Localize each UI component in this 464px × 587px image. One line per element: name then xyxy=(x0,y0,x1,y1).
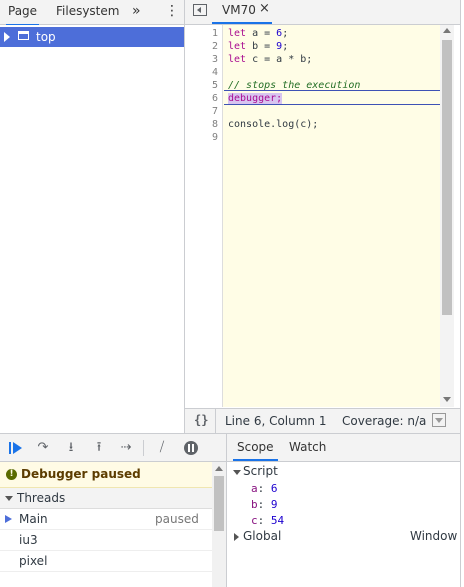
scope-var-b[interactable]: b: 9 xyxy=(251,498,278,511)
var-sep: : xyxy=(257,498,271,511)
thread-item[interactable]: iu3 xyxy=(0,530,212,551)
editor-scrollbar-thumb[interactable] xyxy=(442,40,452,315)
coverage-status: Coverage: n/a xyxy=(342,414,427,428)
thread-item-main[interactable]: Main paused xyxy=(0,509,212,530)
info-icon: ! xyxy=(6,469,17,480)
collapse-arrow-icon[interactable] xyxy=(5,496,13,501)
tab-scope[interactable]: Scope xyxy=(233,434,278,461)
paused-status-bar: ! Debugger paused xyxy=(0,462,212,488)
global-value: Window xyxy=(410,529,458,543)
debugger-statement: debugger; xyxy=(228,93,283,104)
var-name: b xyxy=(251,498,258,511)
var-name: c xyxy=(251,514,258,527)
code-text: ; xyxy=(282,28,289,39)
line-number[interactable]: 2 xyxy=(212,41,218,52)
deactivate-breakpoints-button[interactable]: ⧸ xyxy=(152,439,172,457)
code-line-6: debugger; xyxy=(228,93,283,104)
expand-arrow-icon[interactable] xyxy=(4,32,10,42)
code-line-3: let c = a * b; xyxy=(228,54,312,65)
code-text: b = xyxy=(246,41,277,52)
paused-message: Debugger paused xyxy=(21,467,141,481)
resume-button[interactable] xyxy=(5,439,25,457)
cursor-position: Line 6, Column 1 xyxy=(225,414,327,428)
frame-icon xyxy=(18,31,29,40)
scope-tabbar: Scope Watch xyxy=(227,434,460,462)
scope-section-label: Global xyxy=(243,529,282,543)
coverage-toggle-icon[interactable] xyxy=(432,413,446,427)
thread-name: pixel xyxy=(19,554,48,568)
var-sep: : xyxy=(257,482,271,495)
window-edge xyxy=(460,0,464,587)
code-text: c = a * b; xyxy=(246,54,313,65)
step-button[interactable]: ⇢ xyxy=(116,439,136,457)
scope-section-global[interactable]: Global Window xyxy=(227,529,460,545)
var-value: 54 xyxy=(270,514,285,527)
close-tab-icon[interactable]: × xyxy=(259,1,270,16)
scroll-up-icon[interactable] xyxy=(215,466,223,471)
editor-statusbar: {} Line 6, Column 1 Coverage: n/a xyxy=(185,408,460,433)
scroll-down-icon[interactable] xyxy=(443,397,451,402)
tree-item-label: top xyxy=(36,30,56,44)
scope-section-label: Script xyxy=(243,464,278,478)
threads-header-label: Threads xyxy=(17,491,66,505)
tab-page[interactable]: Page xyxy=(6,0,40,26)
step-into-button[interactable]: ⭳ xyxy=(61,439,81,457)
line-gutter[interactable]: 1 2 3 4 5 6 7 8 9 xyxy=(185,25,223,407)
threads-section-header[interactable]: Threads xyxy=(0,488,212,509)
editor-tabbar: VM70 × xyxy=(185,0,460,25)
pause-on-exceptions-button[interactable] xyxy=(184,441,198,455)
threads-list: Main paused iu3 pixel xyxy=(0,509,212,587)
code-keyword: let xyxy=(228,28,247,39)
thread-name: iu3 xyxy=(19,533,38,547)
tab-filesystem[interactable]: Filesystem xyxy=(54,0,121,24)
thread-name: Main xyxy=(19,512,48,526)
scope-tree: Script a: 6 b: 9 c: 54 Global Window xyxy=(227,462,460,587)
line-number[interactable]: 3 xyxy=(212,54,218,65)
current-thread-icon xyxy=(5,515,12,523)
var-sep: : xyxy=(257,514,271,527)
tab-vm70[interactable]: VM70 × xyxy=(212,0,272,24)
code-keyword: let xyxy=(228,54,247,65)
code-keyword: let xyxy=(228,41,247,52)
code-text: ; xyxy=(282,41,289,52)
code-line-1: let a = 6; xyxy=(228,28,288,39)
sidebar-scrollbar-thumb[interactable] xyxy=(214,476,224,531)
scope-section-script[interactable]: Script xyxy=(227,464,460,480)
scope-var-c[interactable]: c: 54 xyxy=(251,514,284,527)
expand-arrow-icon[interactable] xyxy=(234,533,239,541)
debugger-toolbar: ↷ ⭳ ⭱ ⇢ ⧸ xyxy=(0,434,226,462)
step-out-button[interactable]: ⭱ xyxy=(89,439,109,457)
line-number[interactable]: 8 xyxy=(212,119,218,130)
navigator-tabbar: Page Filesystem » ⋮ xyxy=(0,0,184,26)
line-number[interactable]: 7 xyxy=(212,106,218,117)
line-number[interactable]: 6 xyxy=(212,93,218,104)
scope-var-a[interactable]: a: 6 xyxy=(251,482,278,495)
var-name: a xyxy=(251,482,258,495)
line-number[interactable]: 9 xyxy=(212,132,218,143)
thread-item[interactable]: pixel xyxy=(0,551,212,572)
thread-status: paused xyxy=(155,512,199,526)
code-text: a = xyxy=(246,28,277,39)
more-tabs-button[interactable]: » xyxy=(130,0,143,24)
var-value: 9 xyxy=(270,498,278,511)
tab-watch[interactable]: Watch xyxy=(285,434,330,461)
tree-item-top[interactable]: top xyxy=(0,27,184,47)
line-number[interactable]: 4 xyxy=(212,67,218,78)
line-number[interactable]: 5 xyxy=(212,80,218,91)
line-number[interactable]: 1 xyxy=(212,28,218,39)
code-line-5: // stops the execution xyxy=(228,80,361,91)
scroll-up-icon[interactable] xyxy=(443,28,451,33)
code-line-2: let b = 9; xyxy=(228,41,288,52)
navigator-tree: top xyxy=(0,25,184,433)
divider xyxy=(143,440,144,456)
step-over-button[interactable]: ↷ xyxy=(33,439,53,457)
divider xyxy=(215,409,216,433)
var-value: 6 xyxy=(270,482,278,495)
pretty-print-button[interactable]: {} xyxy=(194,413,208,427)
tab-vm70-label: VM70 xyxy=(222,3,256,17)
navigator-menu-button[interactable]: ⋮ xyxy=(163,0,181,24)
collapse-arrow-icon[interactable] xyxy=(233,470,241,475)
code-line-8: console.log(c); xyxy=(228,119,319,130)
toggle-navigator-icon[interactable] xyxy=(193,4,207,16)
